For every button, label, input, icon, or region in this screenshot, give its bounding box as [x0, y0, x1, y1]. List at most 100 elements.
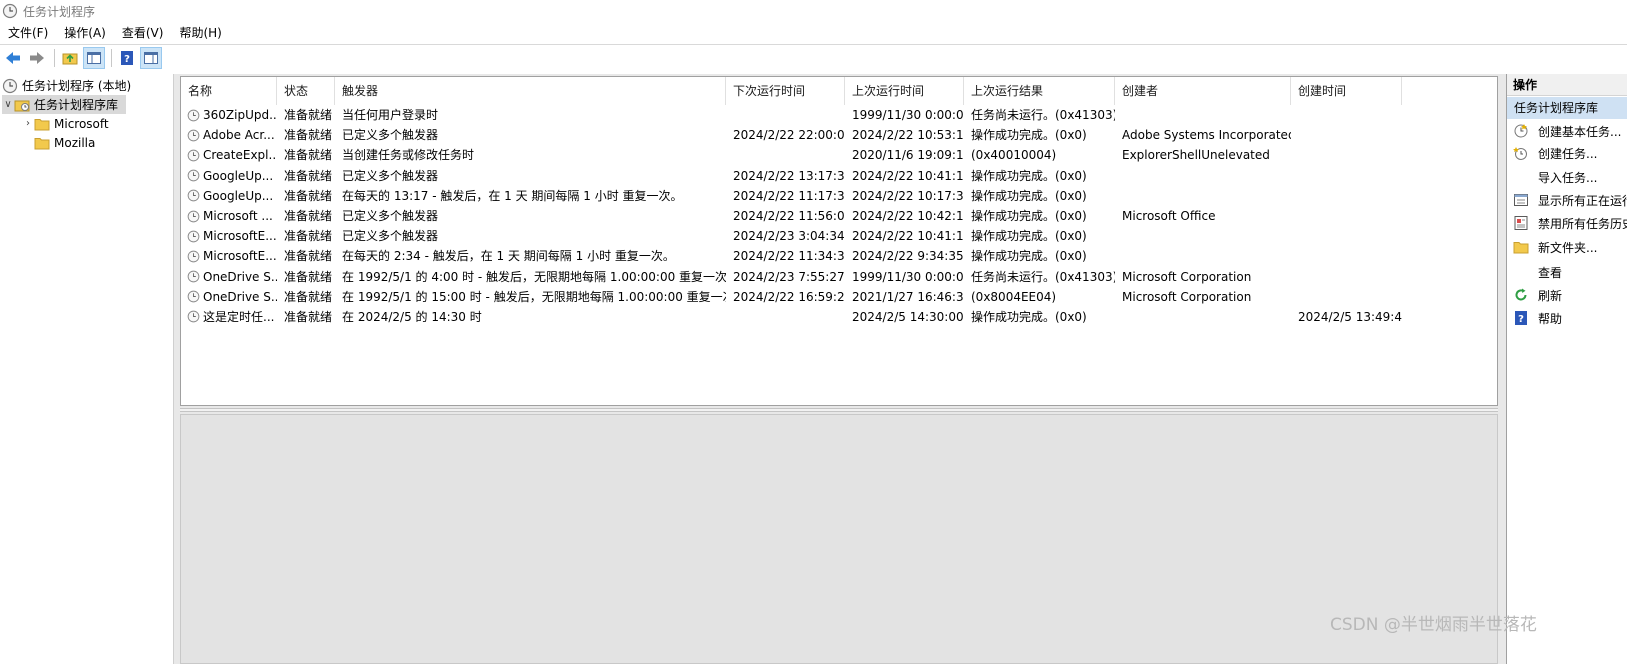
cell-status: 准备就绪: [284, 128, 333, 143]
task-name: MicrosoftE...: [203, 229, 277, 244]
refresh-icon: [1513, 287, 1529, 303]
column-header-last-run-time[interactable]: 上次运行时间: [845, 77, 964, 105]
action-label: 显示所有正在运行的任务: [1538, 193, 1627, 208]
actions-header: 操作: [1507, 74, 1627, 96]
column-header-author[interactable]: 创建者: [1115, 77, 1291, 105]
cell-author: [1115, 226, 1291, 246]
help-icon[interactable]: ?: [116, 47, 138, 69]
tree-item-task-scheduler-local[interactable]: 任务计划程序 (本地): [2, 76, 131, 95]
table-row[interactable]: GoogleUp... 准备就绪 已定义多个触发器 2024/2/22 13:17:3…: [181, 166, 1402, 186]
cell-created: 2024/2/5 13:49:44: [1298, 309, 1402, 324]
tree-item-microsoft[interactable]: › Microsoft: [22, 114, 109, 133]
forward-arrow-icon[interactable]: [26, 47, 48, 69]
cell-next-run: [726, 145, 845, 165]
task-details-pane: [180, 414, 1498, 664]
table-row[interactable]: GoogleUp... 准备就绪 在每天的 13:17 - 触发后，在 1 天 期间…: [181, 186, 1402, 206]
cell-name: OneDrive S...: [181, 267, 277, 287]
cell-author: [1115, 166, 1291, 186]
task-clock-icon: [187, 109, 200, 121]
menu-file[interactable]: 文件(F): [0, 22, 56, 44]
column-header-status[interactable]: 状态: [277, 77, 335, 105]
tree-item-label: Microsoft: [54, 116, 109, 131]
table-row[interactable]: MicrosoftE... 准备就绪 已定义多个触发器 2024/2/23 3:04:…: [181, 226, 1402, 246]
cell-status: 准备就绪: [284, 289, 333, 304]
cell-name: GoogleUp...: [181, 186, 277, 206]
clock-icon: [2, 78, 18, 93]
action-item[interactable]: 刷新: [1507, 284, 1562, 306]
chevron-down-icon[interactable]: ∨: [2, 99, 14, 110]
cell-last-result: (0x8004EE04): [971, 289, 1057, 304]
table-row[interactable]: 这是定时任... 准备就绪在 2024/2/5 的 14:30 时 2024/2/5…: [181, 307, 1402, 327]
cell-next-run: 2024/2/22 11:17:36: [733, 188, 845, 203]
column-header-triggers[interactable]: 触发器: [335, 77, 726, 105]
cell-author: Microsoft Corporation: [1122, 289, 1252, 304]
horizontal-splitter[interactable]: [180, 408, 1498, 412]
toolbar: ?: [0, 45, 1627, 71]
menu-view[interactable]: 查看(V): [114, 22, 172, 44]
cell-author: Microsoft Office: [1122, 209, 1216, 224]
back-arrow-icon[interactable]: [2, 47, 24, 69]
cell-last-result: 任务尚未运行。(0x41303): [971, 108, 1115, 123]
action-item[interactable]: 查看: [1507, 261, 1562, 283]
cell-status: 准备就绪: [284, 249, 333, 264]
action-item[interactable]: ? 帮助: [1507, 307, 1562, 329]
table-row[interactable]: MicrosoftE... 准备就绪 在每天的 2:34 - 触发后，在 1 天 期…: [181, 246, 1402, 266]
action-label: 禁用所有任务历史记录: [1538, 216, 1627, 231]
tree-item-task-scheduler-library[interactable]: ∨ 任务计划程序库: [2, 95, 126, 114]
table-row[interactable]: Adobe Acr... 准备就绪 已定义多个触发器 2024/2/22 22:00:…: [181, 125, 1402, 145]
task-name: OneDrive S...: [203, 289, 277, 304]
help-icon: ?: [1513, 310, 1529, 326]
svg-text:?: ?: [124, 54, 130, 65]
action-label: 新文件夹...: [1538, 240, 1598, 255]
cell-last-run: 2021/1/27 16:46:39: [852, 289, 964, 304]
chevron-right-icon[interactable]: ›: [22, 118, 34, 129]
action-item[interactable]: 显示所有正在运行的任务: [1507, 189, 1627, 211]
table-row[interactable]: CreateExpl... 准备就绪 当创建任务或修改任务时 2020/11/6 19…: [181, 145, 1402, 165]
up-folder-icon[interactable]: [59, 47, 81, 69]
cell-next-run: 2024/2/22 11:56:05: [733, 209, 845, 224]
column-header-created[interactable]: 创建时间: [1291, 77, 1402, 105]
cell-triggers: 在 1992/5/1 的 4:00 时 - 触发后，无限期地每隔 1.00:00…: [342, 269, 726, 284]
column-header-last-run-result[interactable]: 上次运行结果: [964, 77, 1115, 105]
task-clock-icon: [187, 189, 200, 202]
cell-last-run: 1999/11/30 0:00:00: [852, 108, 964, 123]
table-row[interactable]: 360ZipUpd... 准备就绪 当任何用户登录时 1999/11/30 0:00:…: [181, 105, 1402, 125]
action-item[interactable]: 禁用所有任务历史记录: [1507, 212, 1627, 234]
show-hide-action-pane-icon[interactable]: [140, 47, 162, 69]
menu-help[interactable]: 帮助(H): [171, 22, 229, 44]
column-header-next-run-time[interactable]: 下次运行时间: [726, 77, 845, 105]
cell-next-run: 2024/2/22 22:00:00: [733, 128, 845, 143]
create-task-icon: [1513, 145, 1529, 161]
cell-name: CreateExpl...: [181, 145, 277, 165]
cell-author: [1115, 246, 1291, 266]
column-header-name[interactable]: 名称: [181, 77, 277, 105]
cell-created: [1291, 226, 1402, 246]
menu-action[interactable]: 操作(A): [56, 22, 114, 44]
action-item[interactable]: 导入任务...: [1507, 166, 1597, 188]
action-item[interactable]: 新文件夹...: [1507, 236, 1597, 258]
history-icon: [1513, 215, 1529, 231]
action-label: 创建任务...: [1538, 146, 1598, 161]
action-item[interactable]: 创建任务...: [1507, 142, 1597, 164]
action-item[interactable]: 创建基本任务...: [1507, 120, 1621, 142]
cell-author: [1115, 105, 1291, 125]
cell-next-run: 2024/2/23 3:04:34: [733, 229, 845, 244]
show-hide-console-tree-icon[interactable]: [83, 47, 105, 69]
cell-author: Microsoft Corporation: [1122, 269, 1252, 284]
actions-group-title[interactable]: 任务计划程序库: [1507, 97, 1627, 119]
table-row[interactable]: OneDrive S... 准备就绪在 1992/5/1 的 15:00 时 - …: [181, 287, 1402, 307]
table-row[interactable]: Microsoft ... 准备就绪 已定义多个触发器 2024/2/22 11:56…: [181, 206, 1402, 226]
cell-triggers: 当任何用户登录时: [342, 108, 439, 123]
cell-name: GoogleUp...: [181, 166, 277, 186]
cell-triggers: 当创建任务或修改任务时: [342, 148, 475, 163]
cell-last-result: 操作成功完成。(0x0): [971, 229, 1087, 244]
cell-triggers: 在每天的 2:34 - 触发后，在 1 天 期间每隔 1 小时 重复一次。: [342, 249, 675, 264]
cell-status: 准备就绪: [284, 209, 333, 224]
tree-item-mozilla[interactable]: Mozilla: [34, 133, 95, 152]
cell-triggers: 已定义多个触发器: [342, 128, 439, 143]
cell-next-run: 2024/2/22 16:59:29: [733, 289, 845, 304]
action-label: 查看: [1538, 265, 1563, 280]
table-row[interactable]: OneDrive S... 准备就绪在 1992/5/1 的 4:00 时 - 触…: [181, 267, 1402, 287]
task-clock-icon: [187, 230, 200, 243]
cell-last-run: 2024/2/22 10:41:18: [852, 229, 964, 244]
